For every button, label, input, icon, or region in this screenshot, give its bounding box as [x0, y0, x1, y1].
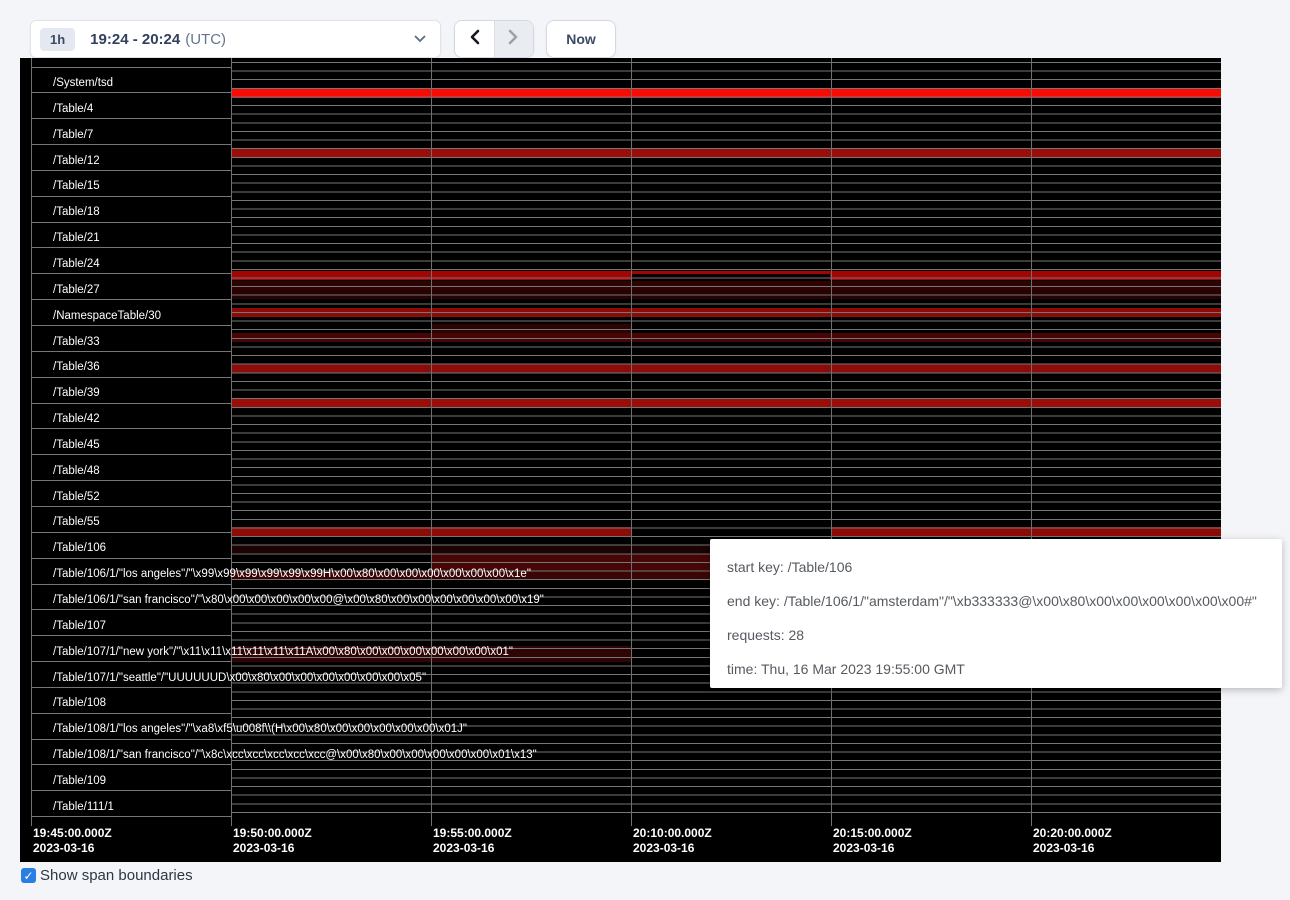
time-nav-button-group	[454, 20, 534, 58]
key-label: /Table/21	[53, 232, 100, 245]
now-button-label: Now	[566, 31, 596, 47]
key-label: /Table/52	[53, 491, 100, 504]
key-label: /Table/107	[53, 620, 106, 633]
time-range-zone: (UTC)	[185, 31, 226, 48]
axis-tick-time: 19:55:00.000Z	[433, 826, 512, 840]
column-boundary-line	[1031, 58, 1032, 826]
now-button[interactable]: Now	[546, 20, 616, 58]
key-label: /Table/33	[53, 336, 100, 349]
key-label: /Table/107/1/"new york"/"\x11\x11\x11\x1…	[53, 646, 513, 659]
key-label: /Table/36	[53, 361, 100, 374]
column-boundary-line	[631, 58, 632, 826]
time-range-dropdown[interactable]: 1h 19:24 - 20:24 (UTC)	[30, 20, 441, 58]
key-label: /Table/24	[53, 258, 100, 271]
column-boundary-line	[231, 58, 232, 826]
axis-tick-date: 2023-03-16	[833, 841, 894, 855]
time-range-duration-chip: 1h	[40, 28, 75, 51]
key-label: /Table/108	[53, 697, 106, 710]
key-label: /Table/111/1	[53, 801, 114, 814]
tooltip-start-key: start key: /Table/106	[727, 550, 1265, 584]
axis-tick-date: 2023-03-16	[633, 841, 694, 855]
key-label: /Table/42	[53, 413, 100, 426]
key-label: /Table/106	[53, 542, 106, 555]
key-label: /Table/39	[53, 387, 100, 400]
tooltip-requests: requests: 28	[727, 618, 1265, 652]
show-span-boundaries-checkbox[interactable]: ✓	[21, 868, 36, 883]
span-boundary-grid	[231, 62, 1221, 820]
key-label: /Table/7	[53, 129, 93, 142]
key-label: /Table/4	[53, 103, 93, 116]
key-label: /System/tsd	[53, 77, 113, 90]
show-span-boundaries-label: Show span boundaries	[40, 868, 193, 884]
axis-tick-time: 20:10:00.000Z	[633, 826, 712, 840]
key-label: /Table/15	[53, 180, 100, 193]
key-label: /Table/18	[53, 206, 100, 219]
axis-tick-date: 2023-03-16	[433, 841, 494, 855]
chevron-left-icon	[469, 29, 480, 50]
key-label: /Table/48	[53, 465, 100, 478]
heatmap-tooltip: start key: /Table/106 end key: /Table/10…	[710, 539, 1282, 688]
key-label: /Table/106/1/"los angeles"/"\x99\x99\x99…	[53, 568, 531, 581]
tooltip-end-key: end key: /Table/106/1/"amsterdam"/"\xb33…	[727, 584, 1265, 618]
key-label: /Table/55	[53, 516, 100, 529]
column-boundary-line	[831, 58, 832, 826]
axis-tick-date: 2023-03-16	[233, 841, 294, 855]
tooltip-time: time: Thu, 16 Mar 2023 19:55:00 GMT	[727, 652, 1265, 686]
key-label: /Table/12	[53, 155, 100, 168]
column-boundary-line	[31, 58, 32, 826]
next-time-button[interactable]	[495, 21, 534, 57]
chevron-down-icon	[414, 35, 426, 43]
checkmark-icon: ✓	[23, 870, 33, 882]
key-label: /Table/108/1/"los angeles"/"\xa8\xf5\u00…	[53, 723, 467, 736]
axis-tick-time: 19:50:00.000Z	[233, 826, 312, 840]
key-label: /NamespaceTable/30	[53, 310, 161, 323]
key-visualizer-heatmap[interactable]: /System/tsd/Table/4/Table/7/Table/12/Tab…	[20, 58, 1221, 862]
prev-time-button[interactable]	[455, 21, 495, 57]
axis-tick-time: 20:15:00.000Z	[833, 826, 912, 840]
axis-tick-time: 20:20:00.000Z	[1033, 826, 1112, 840]
column-boundary-line	[431, 58, 432, 826]
axis-tick-date: 2023-03-16	[33, 841, 94, 855]
key-label: /Table/107/1/"seattle"/"UUUUUUD\x00\x80\…	[53, 672, 426, 685]
key-visualizer-page: 1h 19:24 - 20:24 (UTC) Now /System/tsd/T…	[0, 0, 1290, 900]
axis-tick-time: 19:45:00.000Z	[33, 826, 112, 840]
key-label: /Table/106/1/"san francisco"/"\x80\x00\x…	[53, 594, 544, 607]
key-label: /Table/108/1/"san francisco"/"\x8c\xcc\x…	[53, 749, 537, 762]
key-label: /Table/109	[53, 775, 106, 788]
axis-tick-date: 2023-03-16	[1033, 841, 1094, 855]
key-label: /Table/27	[53, 284, 100, 297]
chevron-right-icon	[508, 29, 519, 50]
key-label: /Table/45	[53, 439, 100, 452]
time-range-label: 19:24 - 20:24	[90, 31, 180, 48]
